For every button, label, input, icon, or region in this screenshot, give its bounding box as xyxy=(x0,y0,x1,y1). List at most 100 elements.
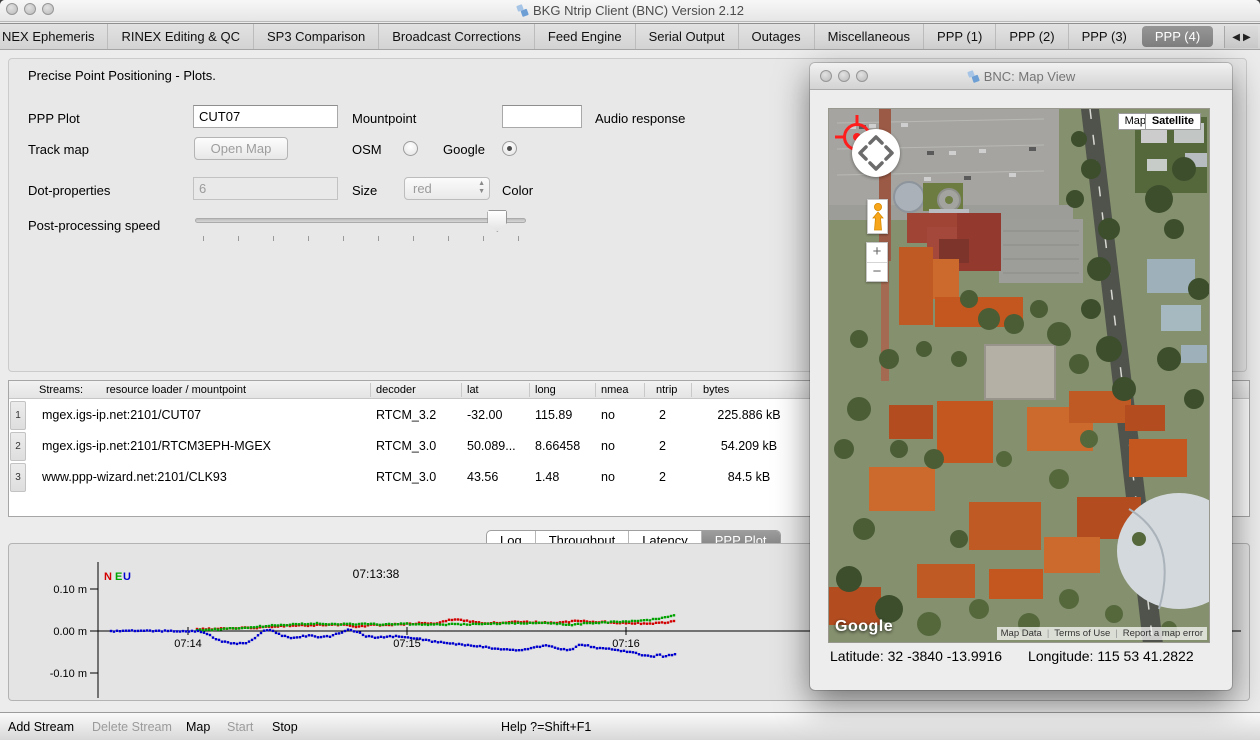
cell-bytes: 84.5 kB xyxy=(703,470,795,484)
tab-ppp-4-[interactable]: PPP (4) xyxy=(1142,26,1213,47)
svg-text:E: E xyxy=(115,571,122,583)
slider-tick xyxy=(483,236,484,241)
svg-text:07:14: 07:14 xyxy=(174,638,202,650)
google-radio[interactable] xyxy=(502,141,517,156)
google-logo[interactable]: Google xyxy=(835,618,893,636)
slider-tick xyxy=(413,236,414,241)
slider-tick xyxy=(273,236,274,241)
ppp-plot-input[interactable] xyxy=(193,105,338,128)
latitude-value: 32 -3840 -13.9916 xyxy=(888,648,1002,664)
map-type-satellite[interactable]: Satellite xyxy=(1145,113,1201,130)
slider-tick xyxy=(203,236,204,241)
cell-lat: -32.00 xyxy=(467,408,502,422)
satellite-imagery xyxy=(829,109,1210,643)
map-zoom-control: + − xyxy=(866,242,888,282)
col-long[interactable]: long xyxy=(535,384,556,396)
dot-properties-label: Dot-properties xyxy=(28,183,110,198)
cell-nmea: no xyxy=(601,439,615,453)
tab-scroll-left-icon[interactable]: ◀ xyxy=(1232,32,1240,43)
row-number[interactable]: 3 xyxy=(10,463,26,492)
map-titlebar[interactable]: BNC: Map View xyxy=(810,63,1232,90)
tab-rinex-editing-qc[interactable]: RINEX Editing & QC xyxy=(107,24,253,49)
tab-bar: NEX EphemerisRINEX Editing & QCSP3 Compa… xyxy=(0,23,1260,50)
slider-tick xyxy=(378,236,379,241)
map-pan-control[interactable] xyxy=(852,129,900,177)
add-stream-button[interactable]: Add Stream xyxy=(8,720,74,734)
tab-feed-engine[interactable]: Feed Engine xyxy=(534,24,635,49)
tab-sp3-comparison[interactable]: SP3 Comparison xyxy=(253,24,378,49)
cell-lat: 43.56 xyxy=(467,470,498,484)
table-scrollbar[interactable] xyxy=(1231,400,1248,516)
col-decoder[interactable]: decoder xyxy=(376,384,416,396)
delete-stream-button[interactable]: Delete Stream xyxy=(92,720,172,734)
svg-text:07:13:38: 07:13:38 xyxy=(353,567,400,581)
map-link-report-a-map-error[interactable]: Report a map error xyxy=(1123,628,1203,639)
tab-ppp-3-[interactable]: PPP (3) xyxy=(1068,24,1140,49)
cell-ntrip: 2 xyxy=(659,408,666,422)
zoom-in-button[interactable]: + xyxy=(867,243,887,262)
zoom-out-button[interactable]: − xyxy=(867,262,887,281)
row-number[interactable]: 2 xyxy=(10,432,26,461)
tabs-container: NEX EphemerisRINEX Editing & QCSP3 Compa… xyxy=(0,24,1222,49)
col-lat[interactable]: lat xyxy=(467,384,479,396)
tab-ppp-1-[interactable]: PPP (1) xyxy=(923,24,995,49)
cell-ntrip: 2 xyxy=(659,470,666,484)
slider-tick xyxy=(343,236,344,241)
cell-ntrip: 2 xyxy=(659,439,666,453)
col-mountpoint[interactable]: resource loader / mountpoint xyxy=(106,384,246,396)
post-processing-label: Post-processing speed xyxy=(28,218,160,233)
bnc-app-icon xyxy=(967,70,980,83)
cell-mountpoint: www.ppp-wizard.net:2101/CLK93 xyxy=(42,470,227,484)
streams-caption: Streams: xyxy=(39,384,83,396)
map-button[interactable]: Map xyxy=(186,720,210,734)
bnc-app-icon xyxy=(516,4,529,17)
longitude-value: 115 53 41.2822 xyxy=(1097,648,1193,664)
bottom-toolbar: Add Stream Delete Stream Map Start Stop Help… xyxy=(0,712,1260,740)
audio-response-label: Audio response xyxy=(595,111,685,126)
speed-slider-track[interactable] xyxy=(195,218,526,223)
main-titlebar[interactable]: BKG Ntrip Client (BNC) Version 2.12 xyxy=(0,0,1260,22)
tab-outages[interactable]: Outages xyxy=(738,24,814,49)
map-attribution-links: Map Data|Terms of Use|Report a map error xyxy=(997,627,1207,640)
dot-size-input[interactable] xyxy=(193,177,338,200)
window-title: BKG Ntrip Client (BNC) Version 2.12 xyxy=(0,3,1260,18)
col-bytes[interactable]: bytes xyxy=(703,384,729,396)
cell-mountpoint: mgex.igs-ip.net:2101/RTCM3EPH-MGEX xyxy=(42,439,271,453)
map-link-map-data[interactable]: Map Data xyxy=(1001,628,1042,639)
mountpoint-input[interactable] xyxy=(502,105,582,128)
start-button[interactable]: Start xyxy=(227,720,253,734)
tab-miscellaneous[interactable]: Miscellaneous xyxy=(814,24,923,49)
slider-tick xyxy=(448,236,449,241)
help-shortcut-label: Help ?=Shift+F1 xyxy=(501,720,591,734)
pegman-icon xyxy=(871,203,885,231)
longitude-label: Longitude: xyxy=(1028,648,1093,664)
tab-broadcast-corrections[interactable]: Broadcast Corrections xyxy=(378,24,534,49)
row-number[interactable]: 1 xyxy=(10,401,26,430)
latitude-label: Latitude: xyxy=(830,648,884,664)
stepper-arrows-icon: ▲▼ xyxy=(478,180,485,196)
tab-scroll-right-icon[interactable]: ▶ xyxy=(1243,32,1251,43)
tab-serial-output[interactable]: Serial Output xyxy=(635,24,738,49)
street-view-pegman[interactable] xyxy=(867,199,888,234)
osm-label: OSM xyxy=(352,142,382,157)
col-nmea[interactable]: nmea xyxy=(601,384,629,396)
map-link-terms-of-use[interactable]: Terms of Use xyxy=(1054,628,1110,639)
pan-arrows-icon xyxy=(852,129,900,177)
osm-radio[interactable] xyxy=(403,141,418,156)
cell-decoder: RTCM_3.0 xyxy=(376,470,436,484)
color-dropdown-value: red xyxy=(413,181,432,196)
map-view-window: BNC: Map View xyxy=(810,63,1232,690)
tab-nex-ephemeris[interactable]: NEX Ephemeris xyxy=(0,24,107,49)
cell-long: 8.66458 xyxy=(535,439,580,453)
col-ntrip[interactable]: ntrip xyxy=(656,384,677,396)
panel-heading: Precise Point Positioning - Plots. xyxy=(28,68,216,83)
mountpoint-label: Mountpoint xyxy=(352,111,416,126)
satellite-map[interactable]: + − MapSatellite Google Map Data|Terms o… xyxy=(828,108,1210,643)
stop-button[interactable]: Stop xyxy=(272,720,298,734)
coordinates-readout: Latitude: 32 -3840 -13.9916 Longitude: 1… xyxy=(830,648,1194,664)
color-dropdown[interactable]: red ▲▼ xyxy=(404,177,490,200)
tab-ppp-2-[interactable]: PPP (2) xyxy=(995,24,1067,49)
tab-scroll-arrows: ◀ ▶ xyxy=(1224,26,1258,48)
svg-text:07:16: 07:16 xyxy=(612,638,640,650)
open-map-button[interactable]: Open Map xyxy=(194,137,288,160)
